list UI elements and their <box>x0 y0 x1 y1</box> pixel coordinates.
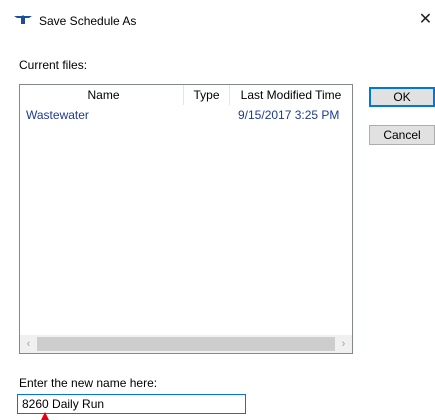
title-bar: Save Schedule As ✕ <box>0 0 435 34</box>
close-button[interactable]: ✕ <box>416 8 435 32</box>
cancel-button[interactable]: Cancel <box>369 125 435 145</box>
scroll-left-icon[interactable]: ‹ <box>20 335 37 353</box>
new-name-label: Enter the new name here: <box>19 376 158 390</box>
file-list-header: Name Type Last Modified Time <box>20 85 352 106</box>
file-name: Wastewater <box>26 108 89 122</box>
new-name-input[interactable] <box>17 394 246 414</box>
pointer-marker-icon <box>41 412 49 420</box>
scroll-right-icon[interactable]: › <box>335 335 352 353</box>
column-header-type[interactable]: Type <box>184 85 230 105</box>
column-header-last-modified[interactable]: Last Modified Time <box>230 85 352 105</box>
column-header-name[interactable]: Name <box>20 85 184 105</box>
save-schedule-dialog: Save Schedule As ✕ Current files: Name T… <box>0 0 435 420</box>
current-files-label: Current files: <box>19 58 88 72</box>
dialog-title: Save Schedule As <box>39 14 137 28</box>
file-last-modified: 9/15/2017 3:25 PM <box>238 108 340 122</box>
app-logo-icon <box>14 15 32 24</box>
scroll-thumb[interactable] <box>37 337 335 351</box>
horizontal-scrollbar[interactable]: ‹ › <box>20 335 352 353</box>
ok-button[interactable]: OK <box>369 87 435 107</box>
file-list[interactable]: Name Type Last Modified Time Wastewater … <box>19 84 353 354</box>
file-row[interactable]: Wastewater 9/15/2017 3:25 PM <box>20 107 352 124</box>
